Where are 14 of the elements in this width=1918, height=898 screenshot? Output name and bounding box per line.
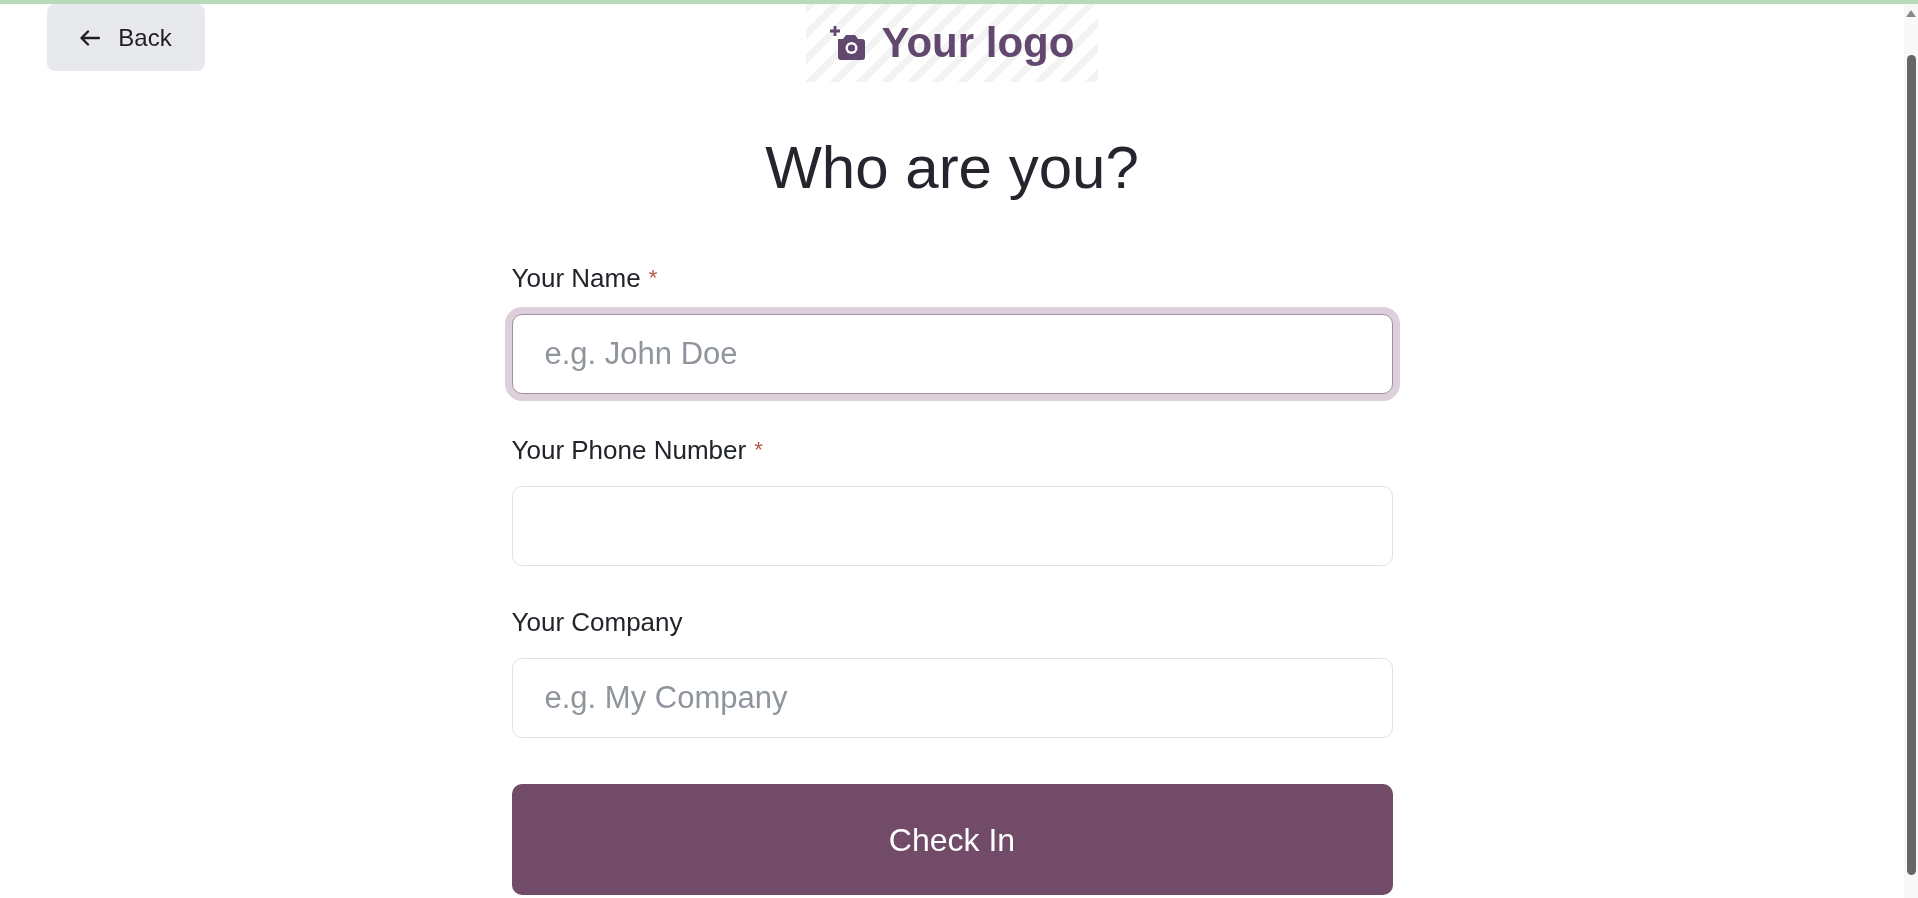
arrow-left-icon: [80, 29, 101, 46]
check-in-button[interactable]: Check In: [511, 784, 1393, 895]
page-title: Who are you?: [765, 133, 1139, 203]
back-button[interactable]: Back: [47, 4, 205, 71]
field-label: Your Company: [511, 606, 683, 638]
required-mark: *: [648, 264, 658, 292]
scroll-up-icon[interactable]: [1906, 10, 1916, 17]
scrollbar-thumb[interactable]: [1906, 55, 1916, 875]
logo-text: Your logo: [881, 22, 1075, 64]
input-field[interactable]: e.g. John Doe: [511, 314, 1393, 394]
field-label: Your Phone Number: [511, 434, 747, 466]
field-label: Your Name: [511, 262, 641, 294]
required-mark: *: [754, 436, 763, 464]
camera-plus-icon: [829, 26, 866, 60]
